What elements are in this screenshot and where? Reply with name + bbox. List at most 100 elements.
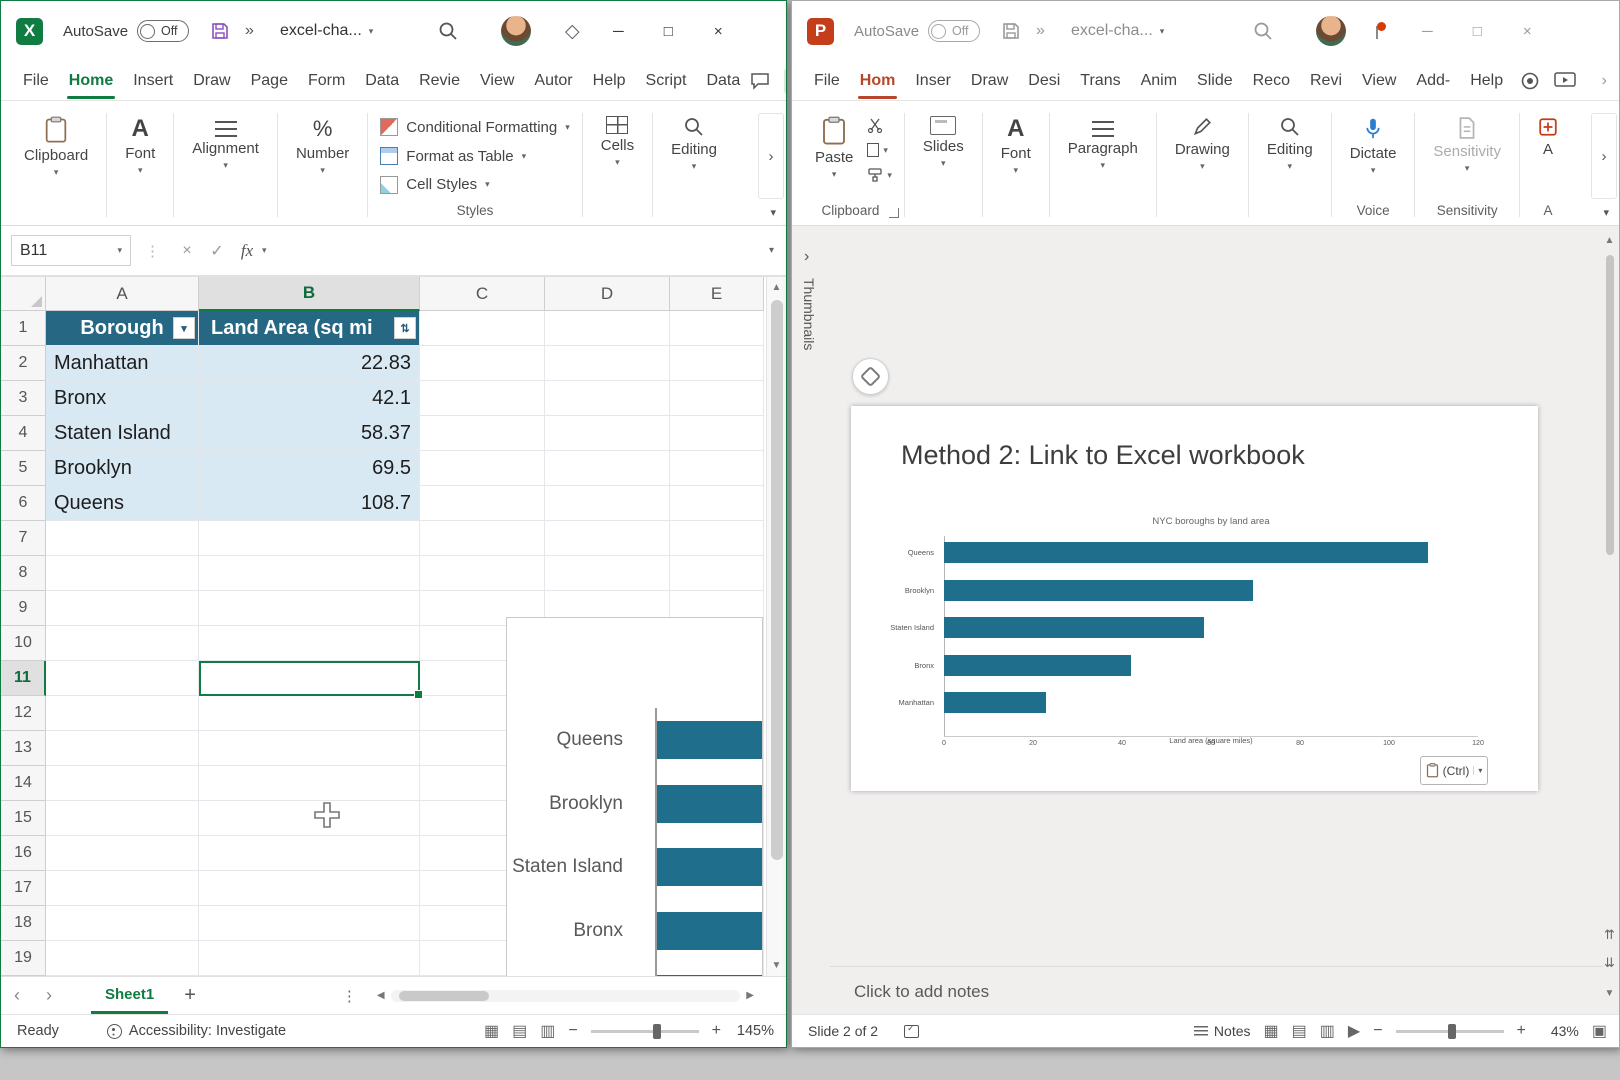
scroll-right-icon[interactable]: ▶	[740, 990, 760, 1001]
column-header-B[interactable]: B	[199, 277, 420, 311]
comments-icon[interactable]	[750, 72, 770, 90]
cell-C6[interactable]	[420, 486, 545, 521]
excel-tab-data[interactable]: Data	[355, 63, 409, 99]
excel-chart-overlay[interactable]: QueensBrooklynStaten IslandBronxManhatta…	[506, 617, 763, 976]
ribbon-overflow-button[interactable]: ›	[1591, 113, 1617, 199]
row-header-19[interactable]: 19	[1, 941, 46, 976]
editing-button[interactable]: Editing ▾	[1261, 114, 1319, 174]
row-header-18[interactable]: 18	[1, 906, 46, 941]
search-icon[interactable]	[435, 18, 461, 44]
excel-tab-draw[interactable]: Draw	[183, 63, 240, 99]
row-header-10[interactable]: 10	[1, 626, 46, 661]
cell-C7[interactable]	[420, 521, 545, 556]
cell-E4[interactable]	[670, 416, 764, 451]
copy-button[interactable]: ▾	[867, 143, 892, 157]
notes-toggle-button[interactable]: Notes	[1194, 1023, 1251, 1039]
page-break-view-icon[interactable]: ▥	[540, 1021, 555, 1041]
scrollbar-thumb[interactable]	[1606, 255, 1614, 555]
ppt-tab-add[interactable]: Add-	[1406, 63, 1460, 99]
chart-bar-manhattan[interactable]	[655, 975, 763, 976]
cell-A7[interactable]	[46, 521, 199, 556]
ribbon-collapse-icon[interactable]: ▾	[770, 206, 776, 219]
row-header-9[interactable]: 9	[1, 591, 46, 626]
font-button[interactable]: A Font ▾	[995, 114, 1037, 178]
document-title[interactable]: excel-cha... ▾	[1071, 22, 1164, 40]
row-header-17[interactable]: 17	[1, 871, 46, 906]
page-layout-view-icon[interactable]: ▤	[512, 1021, 527, 1041]
cancel-icon[interactable]: ×	[172, 242, 202, 260]
sheet-options-icon[interactable]: ⋮	[342, 987, 357, 1005]
excel-tab-script[interactable]: Script	[636, 63, 697, 99]
cell-B17[interactable]	[199, 871, 420, 906]
chart-bar-statenisland[interactable]	[655, 848, 763, 886]
scroll-down-icon[interactable]: ▼	[1605, 983, 1615, 1004]
chart-bar-bronx[interactable]	[944, 655, 1131, 676]
cell-D3[interactable]	[545, 381, 670, 416]
slide-sorter-view-icon[interactable]: ▤	[1292, 1021, 1307, 1041]
row-header-12[interactable]: 12	[1, 696, 46, 731]
scroll-down-icon[interactable]: ▼	[772, 955, 782, 976]
cell-B19[interactable]	[199, 941, 420, 976]
formula-bar-expand-icon[interactable]: ▾	[769, 245, 774, 256]
cell-C5[interactable]	[420, 451, 545, 486]
vertical-scrollbar[interactable]: ▲ ▼	[766, 277, 786, 976]
cell-A15[interactable]	[46, 801, 199, 836]
maximize-button[interactable]: □	[643, 9, 693, 53]
cell-B8[interactable]	[199, 556, 420, 591]
row-header-7[interactable]: 7	[1, 521, 46, 556]
ppt-tab-reco[interactable]: Reco	[1243, 63, 1300, 99]
insert-function-icon[interactable]: fx	[232, 241, 262, 261]
row-header-14[interactable]: 14	[1, 766, 46, 801]
minimize-button[interactable]: ─	[1402, 9, 1452, 53]
font-button[interactable]: A Font ▾	[119, 114, 161, 178]
cell-B2[interactable]: 22.83	[199, 346, 420, 381]
cell-A13[interactable]	[46, 731, 199, 766]
scrollbar-track[interactable]	[391, 990, 741, 1002]
record-icon[interactable]	[1520, 71, 1540, 91]
excel-tab-insert[interactable]: Insert	[123, 63, 183, 99]
designer-button[interactable]	[852, 358, 889, 395]
cell-A9[interactable]	[46, 591, 199, 626]
enter-icon[interactable]: ✓	[202, 241, 232, 261]
ppt-tab-trans[interactable]: Trans	[1070, 63, 1130, 99]
slideshow-icon[interactable]: ▶	[1348, 1021, 1360, 1041]
save-icon[interactable]	[998, 18, 1024, 44]
close-button[interactable]: ×	[1502, 9, 1552, 53]
chart-bar-brooklyn[interactable]	[944, 580, 1253, 601]
cell-B1[interactable]: Land Area (sq mi⇅	[199, 311, 420, 346]
excel-tab-help[interactable]: Help	[583, 63, 636, 99]
cell-C2[interactable]	[420, 346, 545, 381]
slide-canvas[interactable]: Method 2: Link to Excel workbook NYC bor…	[851, 406, 1538, 791]
cell-A6[interactable]: Queens	[46, 486, 199, 521]
cell-A10[interactable]	[46, 626, 199, 661]
cell-B10[interactable]	[199, 626, 420, 661]
cell-B14[interactable]	[199, 766, 420, 801]
chart-bar-statenisland[interactable]	[944, 617, 1204, 638]
autosave-toggle[interactable]: Off	[137, 20, 189, 42]
chart-bar-queens[interactable]	[944, 542, 1428, 563]
cell-D7[interactable]	[545, 521, 670, 556]
cell-D1[interactable]	[545, 311, 670, 346]
paste-button[interactable]: Paste ▾	[809, 114, 859, 182]
normal-view-icon[interactable]: ▦	[484, 1021, 499, 1041]
chart-bar-queens[interactable]	[655, 721, 763, 759]
cell-C1[interactable]	[420, 311, 545, 346]
cell-E7[interactable]	[670, 521, 764, 556]
cell-B15[interactable]	[199, 801, 420, 836]
column-header-D[interactable]: D	[545, 277, 670, 311]
cell-B7[interactable]	[199, 521, 420, 556]
cell-E2[interactable]	[670, 346, 764, 381]
scroll-left-icon[interactable]: ◀	[371, 990, 391, 1001]
excel-tab-data[interactable]: Data	[696, 63, 750, 99]
reading-view-icon[interactable]: ▥	[1320, 1021, 1335, 1041]
powerpoint-app-icon[interactable]: P	[807, 18, 834, 45]
chart-bar-bronx[interactable]	[655, 912, 763, 950]
cell-A2[interactable]: Manhattan	[46, 346, 199, 381]
sheet-tab-sheet1[interactable]: Sheet1	[91, 977, 168, 1014]
ppt-tab-anim[interactable]: Anim	[1131, 63, 1187, 99]
diamond-icon[interactable]: ◇	[559, 18, 585, 44]
zoom-slider[interactable]	[591, 1030, 699, 1033]
expand-thumbnails-icon[interactable]: ›	[804, 248, 809, 266]
cell-A14[interactable]	[46, 766, 199, 801]
cell-D8[interactable]	[545, 556, 670, 591]
